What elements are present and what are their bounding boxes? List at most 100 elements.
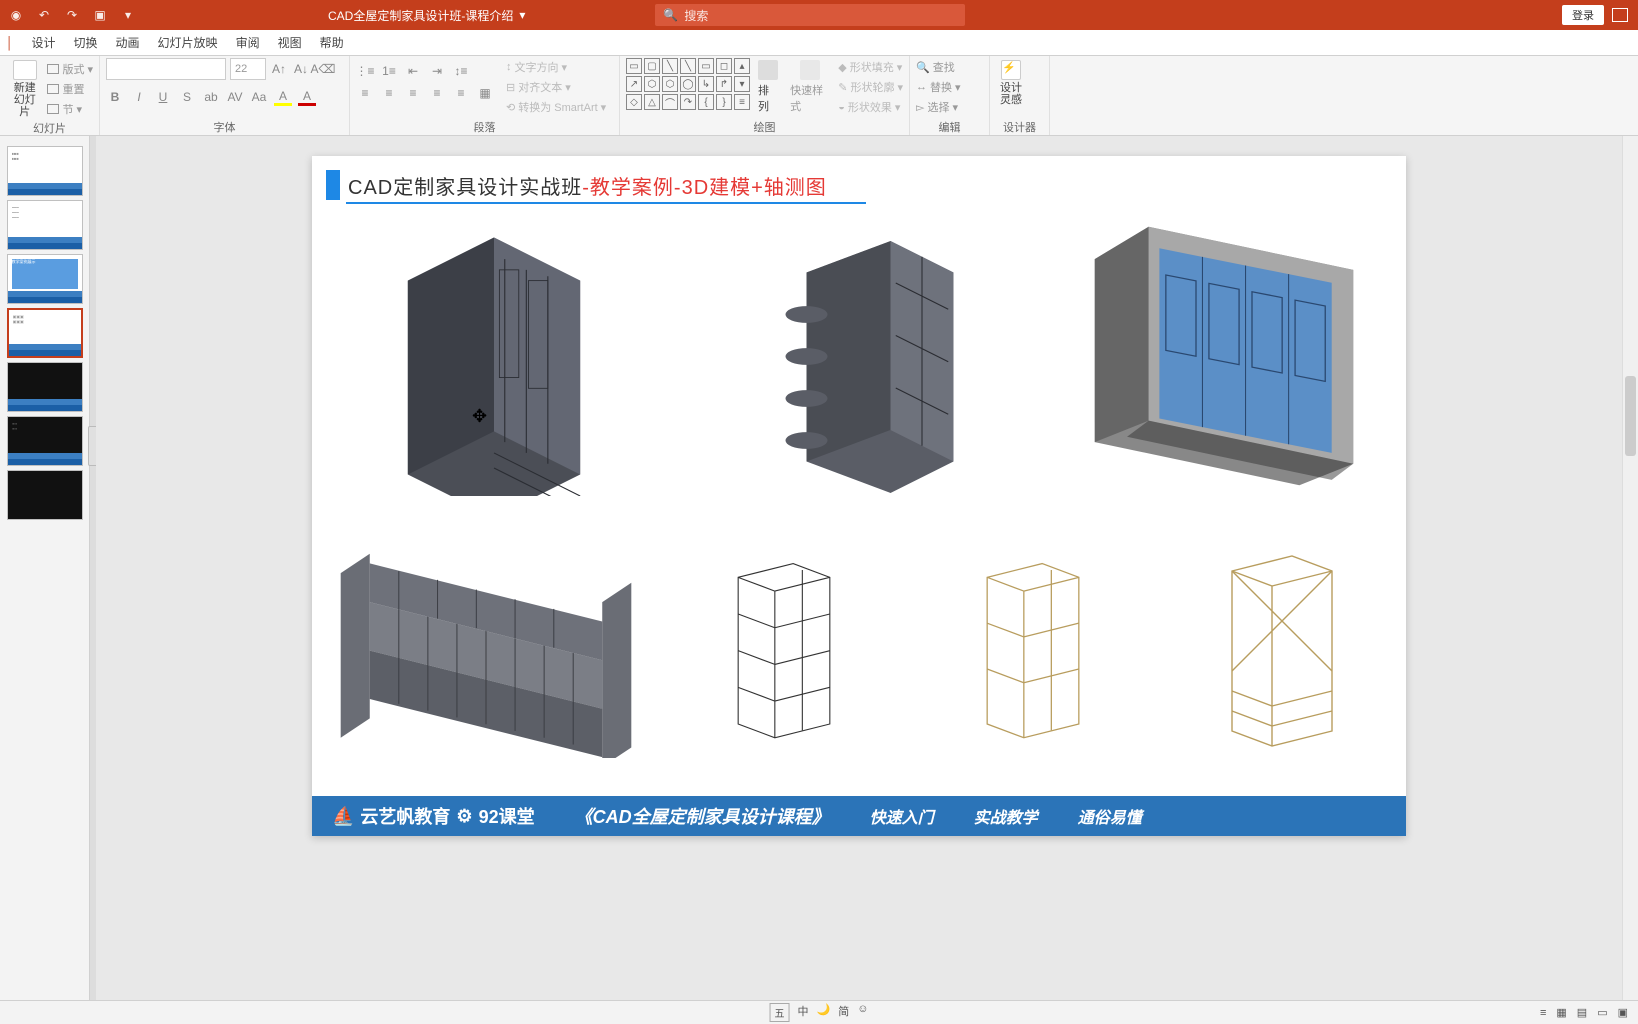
bullets-icon[interactable]: ⋮≡ [356,62,374,80]
tab-view[interactable]: 视图 [278,34,302,51]
qat-more-icon[interactable]: ▾ [118,5,138,25]
group-font-label: 字体 [106,119,343,133]
title-accent-block [326,170,340,200]
tab-transitions[interactable]: 切换 [74,34,98,51]
distribute-icon[interactable]: ≡ [452,84,470,102]
slide[interactable]: CAD定制家具设计实战班-教学案例-3D建模+轴测图 ✥ [312,156,1406,836]
new-slide-icon [13,60,37,80]
view-normal-icon[interactable]: ▦ [1556,1006,1566,1019]
tab-review[interactable]: 审阅 [236,34,260,51]
shadow-icon[interactable]: ab [202,88,220,106]
slide-thumb[interactable]: 教学案例展示 [7,254,83,304]
shapes-gallery[interactable]: ▭▢╲╲▭◻▴ ↗⬡⬡◯↳↱▾ ◇△⌒↷{}≡ [626,58,750,110]
footer-tag: 快速入门 [870,804,934,828]
text-direction-button: ↕ 文字方向 ▾ [506,58,606,76]
brand-name-2: 92课堂 [479,803,535,829]
view-reading-icon[interactable]: ▭ [1597,1006,1607,1019]
quick-styles-button[interactable]: 快速样式 [786,58,834,116]
align-center-icon[interactable]: ≡ [380,84,398,102]
login-button[interactable]: 登录 [1562,5,1604,25]
slide-thumb[interactable]: ━━━━━━━━━ [7,200,83,250]
font-size-input[interactable] [230,58,266,80]
model-wireframe-2 [909,516,1158,786]
slide-thumb[interactable] [7,362,83,412]
char-spacing-icon[interactable]: AV [226,88,244,106]
align-left-icon[interactable]: ≡ [356,84,374,102]
slide-footer: ⛵ 云艺帆教育 ⚙ 92课堂 《CAD全屋定制家具设计课程》 快速入门 实战教学… [312,796,1406,836]
group-paragraph-label: 段落 [356,119,613,133]
arrange-button[interactable]: 排列 [754,58,782,116]
slide-title: CAD定制家具设计实战班-教学案例-3D建模+轴测图 [348,171,827,200]
strike-icon[interactable]: S [178,88,196,106]
title-bar: ◉ ↶ ↷ ▣ ▾ CAD全屋定制家具设计班-课程介绍 ▾ 🔍 搜索 登录 [0,0,1638,30]
shape-fill-button: ◆ 形状填充 ▾ [838,58,903,76]
search-placeholder: 搜索 [684,7,708,24]
tab-design[interactable]: 设计 [32,34,56,51]
model-shelf-3d [677,216,1042,496]
notes-button-icon[interactable]: ≡ [1540,1007,1546,1019]
select-button[interactable]: ▻ 选择 ▾ [916,98,958,116]
title-underline [346,202,866,204]
footer-course-name: 《CAD全屋定制家具设计课程》 [575,803,830,829]
view-sorter-icon[interactable]: ▤ [1577,1006,1587,1019]
title-dropdown-icon[interactable]: ▾ [519,8,525,22]
increase-font-icon[interactable]: A↑ [270,60,288,78]
tab-animations[interactable]: 动画 [116,34,140,51]
view-slideshow-icon[interactable]: ▣ [1618,1006,1628,1019]
autosave-icon[interactable]: ◉ [6,5,26,25]
align-right-icon[interactable]: ≡ [404,84,422,102]
indent-dec-icon[interactable]: ⇤ [404,62,422,80]
underline-icon[interactable]: U [154,88,172,106]
brand-gear-icon: ⚙ [456,806,472,827]
tab-0[interactable]: │ [6,36,14,50]
reset-button[interactable]: 重置 [47,80,93,98]
shape-outline-button: ✎ 形状轮廓 ▾ [838,78,903,96]
arrange-icon [758,60,778,80]
smartart-button: ⟲ 转换为 SmartArt ▾ [506,98,606,116]
model-wardrobe-3d [312,216,677,496]
footer-tag: 通俗易懂 [1078,804,1142,828]
designer-button[interactable]: ⚡ 设计 灵感 [996,58,1026,108]
decrease-font-icon[interactable]: A↓ [292,60,310,78]
brand-logo-icon: ⛵ [332,806,354,827]
align-text-button: ⊟ 对齐文本 ▾ [506,78,606,96]
group-drawing-label: 绘图 [626,119,903,133]
columns-icon[interactable]: ▦ [476,84,494,102]
undo-icon[interactable]: ↶ [34,5,54,25]
vertical-scrollbar[interactable] [1622,136,1638,1000]
bold-icon[interactable]: B [106,88,124,106]
scrollbar-thumb[interactable] [1625,376,1636,456]
layout-button[interactable]: 版式 ▾ [47,60,93,78]
ribbon: 新建 幻灯片 版式 ▾ 重置 节 ▾ 幻灯片 A↑ A↓ A⌫ B I U [0,56,1638,136]
ribbon-display-icon[interactable] [1612,8,1628,22]
tab-slideshow[interactable]: 幻灯片放映 [158,34,218,51]
slide-thumbnails-panel: ■■■■■■ ━━━━━━━━━ 教学案例展示 ▣▣▣▣▣▣ ▪▪▪▪▪▪▪▪ [0,136,90,1000]
present-icon[interactable]: ▣ [90,5,110,25]
clear-format-icon[interactable]: A⌫ [314,60,332,78]
group-editing-label: 编辑 [916,119,983,133]
replace-button[interactable]: ↔ 替换 ▾ [916,78,961,96]
change-case-icon[interactable]: Aa [250,88,268,106]
section-button[interactable]: 节 ▾ [47,100,93,118]
slide-thumb[interactable]: ▪▪▪▪▪▪▪▪ [7,416,83,466]
numbering-icon[interactable]: 1≡ [380,62,398,80]
redo-icon[interactable]: ↷ [62,5,82,25]
new-slide-button[interactable]: 新建 幻灯片 [6,58,43,120]
font-color-icon[interactable]: A [298,88,316,106]
search-box[interactable]: 🔍 搜索 [655,4,965,26]
justify-icon[interactable]: ≡ [428,84,446,102]
find-button[interactable]: 🔍 查找 [916,58,955,76]
slide-thumb[interactable] [7,470,83,520]
highlight-color-icon[interactable]: A [274,88,292,106]
font-family-input[interactable] [106,58,226,80]
footer-tag: 实战教学 [974,804,1038,828]
model-wireframe-3 [1157,516,1406,786]
tab-help[interactable]: 帮助 [320,34,344,51]
model-kitchen-3d [312,516,660,786]
slide-thumb[interactable]: ■■■■■■ [7,146,83,196]
indent-inc-icon[interactable]: ⇥ [428,62,446,80]
line-spacing-icon[interactable]: ↕≡ [452,62,470,80]
ime-indicator[interactable]: 五 中 🌙 简 ☺ [770,1003,869,1022]
slide-thumb-current[interactable]: ▣▣▣▣▣▣ [7,308,83,358]
italic-icon[interactable]: I [130,88,148,106]
